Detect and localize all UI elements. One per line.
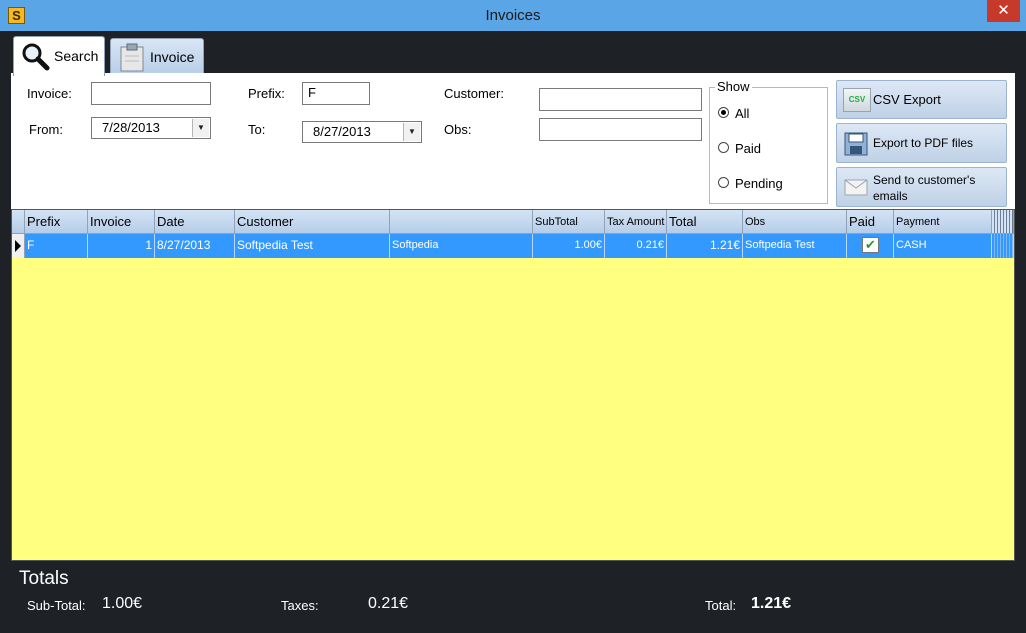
export-pdf-label: Export to PDF files — [873, 136, 974, 150]
cell-customer[interactable]: Softpedia Test — [235, 234, 390, 258]
subtotal-label: Sub-Total: — [27, 598, 86, 613]
csv-file-icon: CSV — [843, 88, 871, 112]
row-selector[interactable] — [12, 234, 25, 258]
send-email-button[interactable]: Send to customer's emails — [836, 167, 1007, 207]
row-header-corner — [12, 210, 25, 234]
to-date-value: 8/27/2013 — [313, 124, 371, 139]
customer-label: Customer: — [444, 86, 504, 101]
cell-tax[interactable]: 0.21€ — [605, 234, 667, 258]
clipboard-icon — [120, 43, 144, 72]
cell-date[interactable]: 8/27/2013 — [155, 234, 235, 258]
prefix-input[interactable]: F — [302, 82, 370, 105]
cell-prefix[interactable]: F — [25, 234, 88, 258]
export-pdf-button[interactable]: Export to PDF files — [836, 123, 1007, 163]
cell-payment[interactable]: CASH — [894, 234, 992, 258]
invoices-grid[interactable]: Prefix Invoice Date Customer SubTotal Ta… — [11, 209, 1015, 561]
from-date-value: 7/28/2013 — [102, 120, 160, 135]
cell-subtotal[interactable]: 1.00€ — [533, 234, 605, 258]
radio-pending-label[interactable]: Pending — [735, 176, 783, 191]
tab-search[interactable]: Search — [13, 36, 105, 76]
send-email-label-line2: emails — [873, 189, 908, 203]
chevron-down-icon[interactable]: ▼ — [403, 123, 420, 141]
obs-input[interactable] — [539, 118, 702, 141]
col-prefix[interactable]: Prefix — [25, 210, 88, 234]
to-label: To: — [248, 122, 266, 137]
invoice-input[interactable] — [91, 82, 211, 105]
obs-label: Obs: — [444, 122, 472, 137]
cell-company[interactable]: Softpedia — [390, 234, 533, 258]
col-obs[interactable]: Obs — [743, 210, 847, 234]
tab-invoice-label: Invoice — [150, 49, 195, 65]
cell-total[interactable]: 1.21€ — [667, 234, 743, 258]
from-label: From: — [29, 122, 63, 137]
cell-obs[interactable]: Softpedia Test — [743, 234, 847, 258]
prefix-label: Prefix: — [248, 86, 285, 101]
csv-export-button[interactable]: CSV CSV Export — [836, 80, 1007, 119]
invoice-label: Invoice: — [27, 86, 72, 101]
envelope-icon — [844, 179, 868, 196]
col-customer[interactable]: Customer — [235, 210, 390, 234]
totals-title: Totals — [19, 568, 69, 589]
radio-paid[interactable] — [718, 142, 729, 153]
col-paid[interactable]: Paid — [847, 210, 894, 234]
magnifier-icon — [22, 43, 50, 71]
col-company[interactable] — [390, 210, 533, 234]
col-payment[interactable]: Payment — [894, 210, 992, 234]
radio-all-label[interactable]: All — [735, 106, 749, 121]
chevron-down-icon[interactable]: ▼ — [192, 119, 209, 137]
csv-export-label: CSV Export — [873, 92, 941, 107]
radio-all[interactable] — [718, 107, 729, 118]
cell-filler — [992, 234, 1014, 258]
taxes-value: 0.21€ — [368, 595, 409, 612]
col-total[interactable]: Total — [667, 210, 743, 234]
paid-checkbox[interactable]: ✔ — [862, 237, 879, 253]
cell-paid[interactable]: ✔ — [847, 234, 894, 258]
taxes-label: Taxes: — [281, 598, 319, 613]
show-group-title: Show — [715, 79, 752, 94]
col-subtotal[interactable]: SubTotal — [533, 210, 605, 234]
col-invoice[interactable]: Invoice — [88, 210, 155, 234]
close-button[interactable]: ✕ — [987, 0, 1020, 22]
tab-invoice[interactable]: Invoice — [110, 38, 204, 73]
col-filler — [992, 210, 1014, 234]
subtotal-value: 1.00€ — [102, 595, 143, 612]
cell-invoice[interactable]: 1 — [88, 234, 155, 258]
window-title: Invoices — [485, 7, 541, 24]
send-email-label: Send to customer's emails — [873, 172, 975, 204]
total-label: Total: — [705, 598, 737, 613]
tab-search-label: Search — [54, 48, 99, 64]
to-date-picker[interactable]: 8/27/2013 ▼ — [302, 121, 422, 143]
radio-pending[interactable] — [718, 177, 729, 188]
send-email-label-line1: Send to customer's — [873, 173, 976, 187]
save-disk-icon — [844, 132, 868, 156]
customer-input[interactable] — [539, 88, 702, 111]
radio-paid-label[interactable]: Paid — [735, 141, 761, 156]
col-date[interactable]: Date — [155, 210, 235, 234]
total-value: 1.21€ — [751, 595, 792, 612]
col-tax-amount[interactable]: Tax Amount — [605, 210, 667, 234]
from-date-picker[interactable]: 7/28/2013 ▼ — [91, 117, 211, 139]
